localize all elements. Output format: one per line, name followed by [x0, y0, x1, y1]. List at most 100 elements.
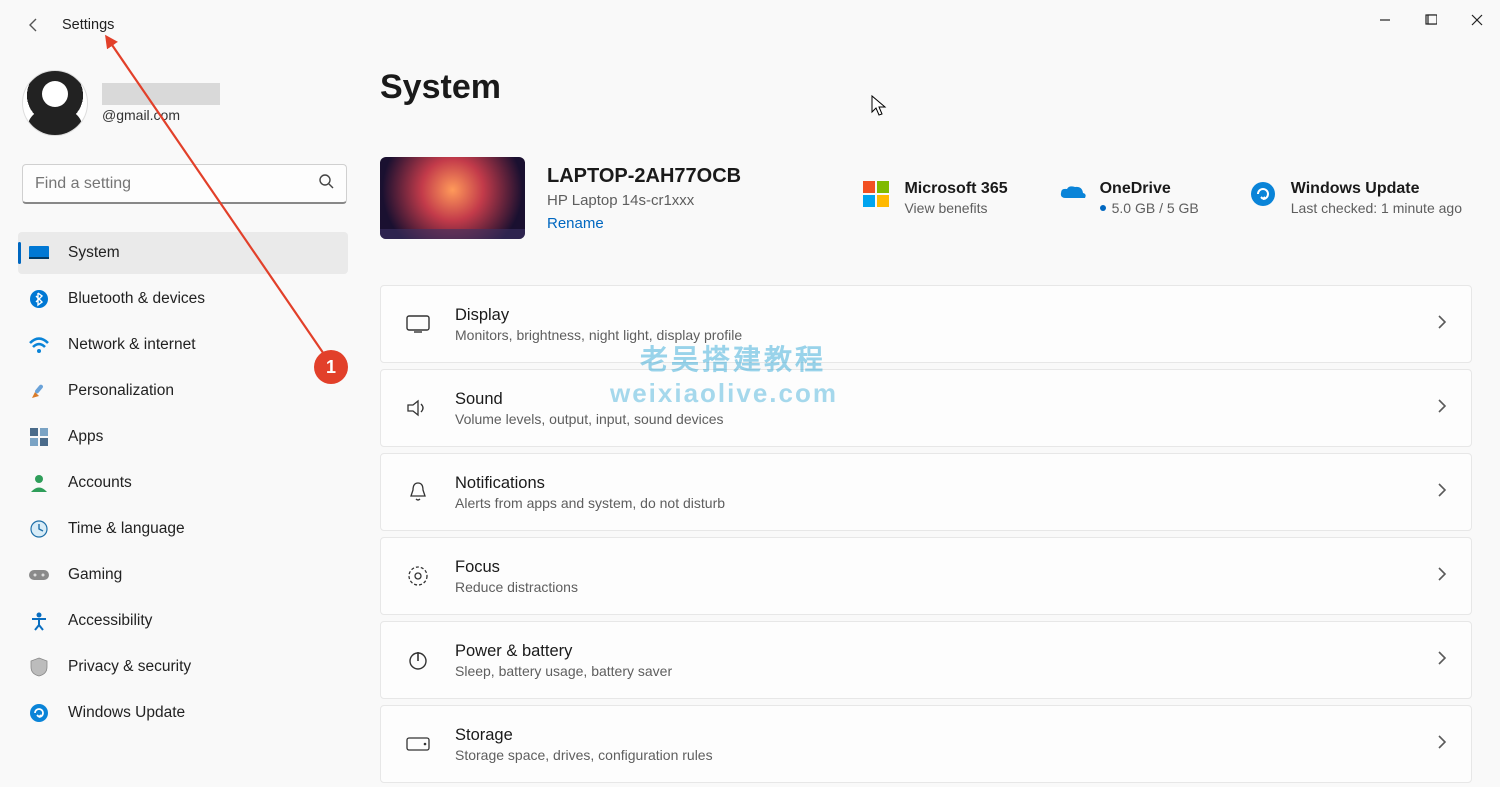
clock-globe-icon	[28, 518, 50, 540]
maximize-button[interactable]	[1408, 0, 1454, 40]
settings-row-power[interactable]: Power & battery Sleep, battery usage, bat…	[380, 621, 1472, 699]
sidebar-item-label: Network & internet	[68, 336, 196, 354]
accessibility-icon	[28, 610, 50, 632]
status-title: Microsoft 365	[904, 180, 1007, 198]
sidebar-item-bluetooth[interactable]: Bluetooth & devices	[18, 278, 348, 320]
status-cards: Microsoft 365 View benefits OneDrive 5.0…	[862, 180, 1472, 216]
main-panel: System LAPTOP-2AH77OCB HP Laptop 14s-cr1…	[380, 68, 1472, 787]
device-thumbnail[interactable]	[380, 157, 525, 239]
sidebar-item-apps[interactable]: Apps	[18, 416, 348, 458]
status-sub: View benefits	[904, 200, 1007, 216]
status-sub: 5.0 GB / 5 GB	[1100, 200, 1199, 216]
storage-icon	[405, 737, 431, 751]
device-rename-link[interactable]: Rename	[547, 215, 741, 232]
user-info: @gmail.com	[102, 83, 220, 123]
user-email: @gmail.com	[102, 107, 220, 123]
sidebar-item-label: Windows Update	[68, 704, 185, 722]
row-desc: Sleep, battery usage, battery saver	[455, 663, 672, 679]
chevron-right-icon	[1437, 650, 1447, 671]
status-card-onedrive[interactable]: OneDrive 5.0 GB / 5 GB	[1058, 180, 1199, 216]
sidebar-item-network[interactable]: Network & internet	[18, 324, 348, 366]
settings-list: Display Monitors, brightness, night light…	[380, 285, 1472, 783]
sidebar-item-label: Privacy & security	[68, 658, 191, 676]
sidebar-item-label: Gaming	[68, 566, 122, 584]
sidebar-item-label: Accounts	[68, 474, 132, 492]
search-input[interactable]	[35, 175, 318, 193]
gamepad-icon	[28, 564, 50, 586]
person-icon	[28, 472, 50, 494]
page-title: System	[380, 68, 1472, 107]
sidebar-item-privacy[interactable]: Privacy & security	[18, 646, 348, 688]
status-card-windows-update[interactable]: Windows Update Last checked: 1 minute ag…	[1249, 180, 1462, 216]
device-summary-row: LAPTOP-2AH77OCB HP Laptop 14s-cr1xxx Ren…	[380, 157, 1472, 239]
nav-sidebar: System Bluetooth & devices Network & int…	[18, 232, 348, 734]
sidebar-item-windows-update[interactable]: Windows Update	[18, 692, 348, 734]
bell-icon	[405, 481, 431, 503]
sidebar-item-accounts[interactable]: Accounts	[18, 462, 348, 504]
system-icon	[28, 242, 50, 264]
window-title: Settings	[62, 17, 114, 33]
row-desc: Monitors, brightness, night light, displ…	[455, 327, 742, 343]
sidebar-item-gaming[interactable]: Gaming	[18, 554, 348, 596]
sidebar-item-time-language[interactable]: Time & language	[18, 508, 348, 550]
wifi-icon	[28, 334, 50, 356]
sidebar-item-system[interactable]: System	[18, 232, 348, 274]
update-icon	[1249, 180, 1277, 208]
device-info: LAPTOP-2AH77OCB HP Laptop 14s-cr1xxx Ren…	[547, 165, 741, 232]
maximize-icon	[1425, 14, 1437, 26]
avatar	[22, 70, 88, 136]
status-title: OneDrive	[1100, 180, 1199, 198]
status-sub: Last checked: 1 minute ago	[1291, 200, 1462, 216]
status-title: Windows Update	[1291, 180, 1462, 198]
shield-icon	[28, 656, 50, 678]
chevron-right-icon	[1437, 566, 1447, 587]
row-desc: Volume levels, output, input, sound devi…	[455, 411, 724, 427]
user-name-redacted	[102, 83, 220, 105]
settings-row-focus[interactable]: Focus Reduce distractions	[380, 537, 1472, 615]
device-name: LAPTOP-2AH77OCB	[547, 165, 741, 188]
row-desc: Reduce distractions	[455, 579, 578, 595]
settings-row-storage[interactable]: StorageStorage space, drives, configurat…	[380, 705, 1472, 783]
chevron-right-icon	[1437, 398, 1447, 419]
user-profile[interactable]: @gmail.com	[22, 70, 220, 136]
arrow-left-icon	[26, 17, 42, 33]
sidebar-item-label: Apps	[68, 428, 103, 446]
row-title: Notifications	[455, 474, 725, 493]
focus-icon	[405, 565, 431, 587]
sidebar-item-label: Time & language	[68, 520, 185, 538]
back-button[interactable]	[14, 5, 54, 45]
sidebar-item-label: Personalization	[68, 382, 174, 400]
sidebar-item-label: Bluetooth & devices	[68, 290, 205, 308]
search-icon	[318, 173, 334, 194]
search-field[interactable]	[22, 164, 347, 204]
settings-row-notifications[interactable]: NotificationsAlerts from apps and system…	[380, 453, 1472, 531]
title-bar: Settings	[0, 0, 1500, 50]
apps-icon	[28, 426, 50, 448]
row-title: Focus	[455, 558, 578, 577]
settings-row-display[interactable]: Display Monitors, brightness, night light…	[380, 285, 1472, 363]
status-card-ms365[interactable]: Microsoft 365 View benefits	[862, 180, 1007, 216]
chevron-right-icon	[1437, 314, 1447, 335]
bluetooth-icon	[28, 288, 50, 310]
row-title: Storage	[455, 726, 713, 745]
row-title: Display	[455, 306, 742, 325]
sidebar-item-accessibility[interactable]: Accessibility	[18, 600, 348, 642]
sidebar-item-label: System	[68, 244, 120, 262]
device-model: HP Laptop 14s-cr1xxx	[547, 192, 741, 209]
update-icon	[28, 702, 50, 724]
onedrive-icon	[1058, 180, 1086, 208]
sidebar-item-label: Accessibility	[68, 612, 152, 630]
dot-icon	[1100, 205, 1106, 211]
ms365-icon	[862, 180, 890, 208]
row-title: Power & battery	[455, 642, 672, 661]
settings-row-sound[interactable]: Sound Volume levels, output, input, sound…	[380, 369, 1472, 447]
paintbrush-icon	[28, 380, 50, 402]
chevron-right-icon	[1437, 482, 1447, 503]
row-title: Sound	[455, 390, 724, 409]
display-icon	[405, 315, 431, 333]
close-icon	[1471, 14, 1483, 26]
minimize-button[interactable]	[1362, 0, 1408, 40]
sidebar-item-personalization[interactable]: Personalization	[18, 370, 348, 412]
window-controls	[1362, 0, 1500, 40]
close-button[interactable]	[1454, 0, 1500, 40]
